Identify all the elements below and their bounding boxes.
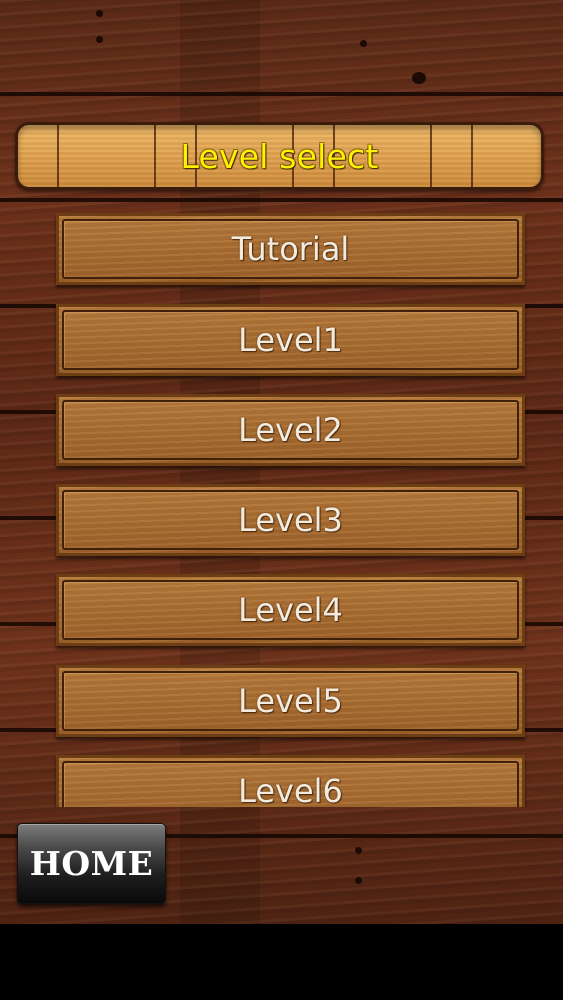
level-button-label: Level6 <box>238 772 343 807</box>
wood-knot <box>355 877 362 884</box>
wood-knot <box>412 72 426 84</box>
level-button-label: Level2 <box>238 411 343 449</box>
wood-knot <box>96 36 103 43</box>
wood-knot <box>355 847 362 854</box>
level-button-tutorial[interactable]: Tutorial <box>56 213 525 285</box>
level-button-label: Level5 <box>238 682 343 720</box>
level-button-level4[interactable]: Level4 <box>56 574 525 646</box>
level-button-level1[interactable]: Level1 <box>56 304 525 376</box>
game-screen: Level select Tutorial Level1 Level2 Leve… <box>0 0 563 924</box>
wood-knot <box>360 40 367 47</box>
level-button-label: Level4 <box>238 591 343 629</box>
level-button-label: Level1 <box>238 321 343 359</box>
level-button-level6[interactable]: Level6 <box>56 755 525 807</box>
title-banner: Level select <box>15 122 544 190</box>
level-button-label: Tutorial <box>231 230 350 268</box>
home-button[interactable]: HOME <box>17 823 166 904</box>
wood-knot <box>96 10 103 17</box>
page-title: Level select <box>180 136 379 176</box>
level-button-label: Level3 <box>238 501 343 539</box>
level-list[interactable]: Tutorial Level1 Level2 Level3 Level4 Lev… <box>0 200 563 807</box>
level-button-level3[interactable]: Level3 <box>56 484 525 556</box>
level-button-level2[interactable]: Level2 <box>56 394 525 466</box>
home-button-label: HOME <box>29 844 154 883</box>
level-button-level5[interactable]: Level5 <box>56 665 525 737</box>
system-navigation-bar <box>0 924 563 1000</box>
